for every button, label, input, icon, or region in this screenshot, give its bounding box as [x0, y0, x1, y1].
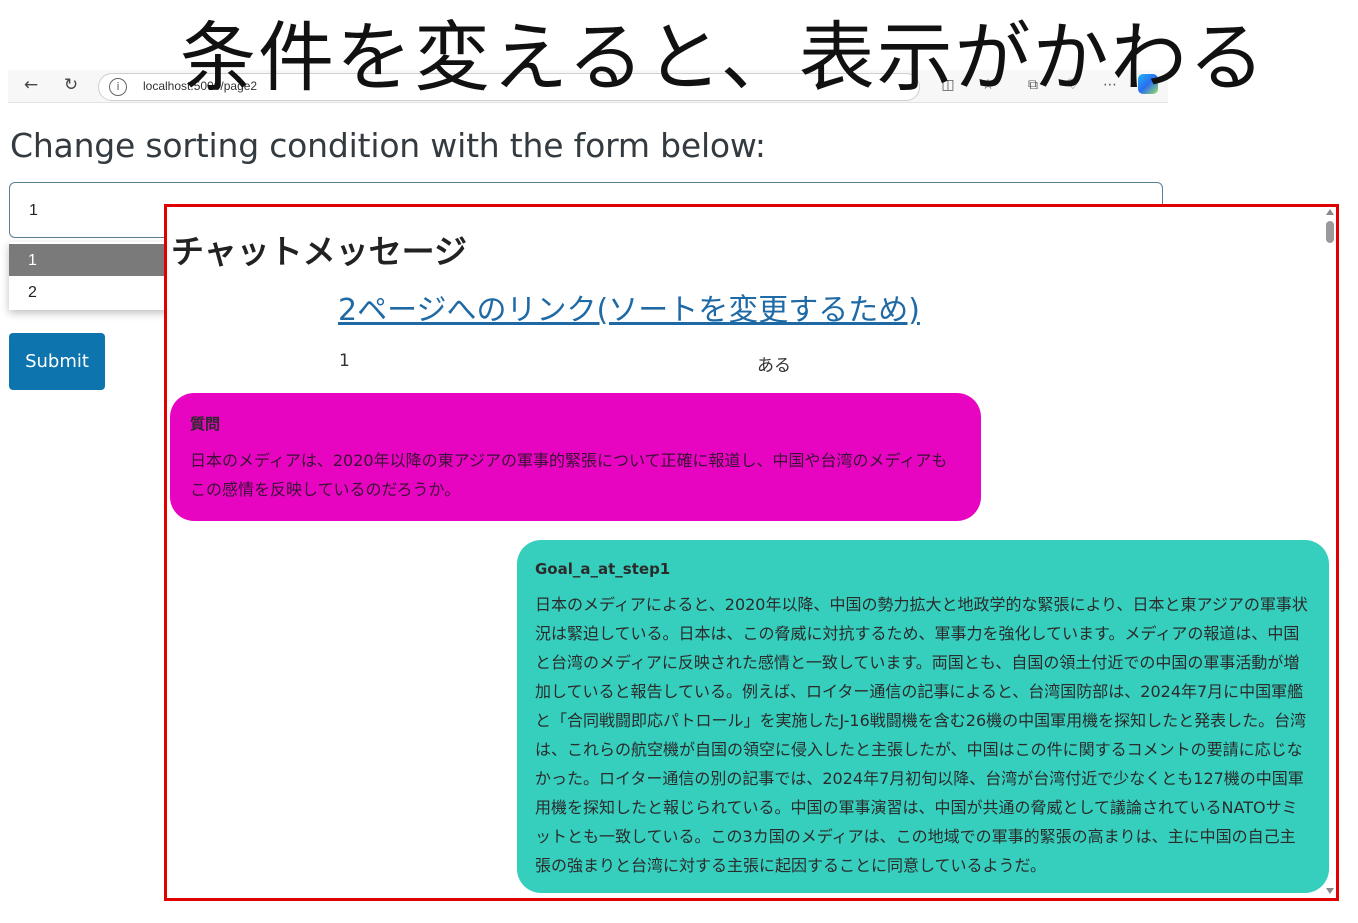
scroll-up-icon[interactable]	[1326, 209, 1334, 215]
question-bubble: 質問 日本のメディアは、2020年以降の東アジアの軍事的緊張について正確に報道し…	[170, 393, 981, 521]
info-icon[interactable]: i	[109, 78, 127, 96]
form-heading: Change sorting condition with the form b…	[10, 126, 766, 165]
back-arrow-icon[interactable]: ←	[20, 74, 42, 96]
sort-select-value: 1	[29, 202, 38, 219]
submit-button[interactable]: Submit	[9, 333, 105, 390]
sort-option-label: 2	[28, 284, 37, 301]
question-text: 日本のメディアは、2020年以降の東アジアの軍事的緊張について正確に報道し、中国…	[190, 451, 948, 499]
reload-icon[interactable]: ↻	[60, 74, 82, 96]
slide-title: 条件を変えると、表示がかわる	[180, 13, 1267, 102]
answer-text: 日本のメディアによると、2020年以降、中国の勢力拡大と地政学的な緊張により、日…	[535, 595, 1308, 875]
question-label: 質問	[190, 415, 221, 433]
chat-title: チャットメッセージ	[171, 232, 468, 271]
scroll-down-icon[interactable]	[1326, 888, 1334, 894]
page2-link[interactable]: 2ページへのリンク(ソートを変更するため)	[338, 285, 920, 329]
answer-label: Goal_a_at_step1	[535, 560, 671, 578]
scrollbar-thumb[interactable]	[1326, 221, 1334, 243]
chat-page-inset: チャットメッセージ 2ページへのリンク(ソートを変更するため) 1 ある 質問 …	[164, 204, 1339, 901]
screen: ← ↻ i localhost:5000/page2 ◫ ☆ ⧉ ♡ ⋯ Cha…	[0, 0, 1358, 923]
sort-option-1[interactable]: 1	[9, 244, 169, 276]
row-value: ある	[757, 356, 791, 376]
row-number: 1	[339, 351, 350, 371]
answer-bubble: Goal_a_at_step1 日本のメディアによると、2020年以降、中国の勢…	[517, 540, 1329, 893]
sort-option-2[interactable]: 2	[9, 276, 169, 308]
sort-options-dropdown: 1 2	[9, 242, 169, 310]
sort-option-label: 1	[28, 252, 37, 269]
